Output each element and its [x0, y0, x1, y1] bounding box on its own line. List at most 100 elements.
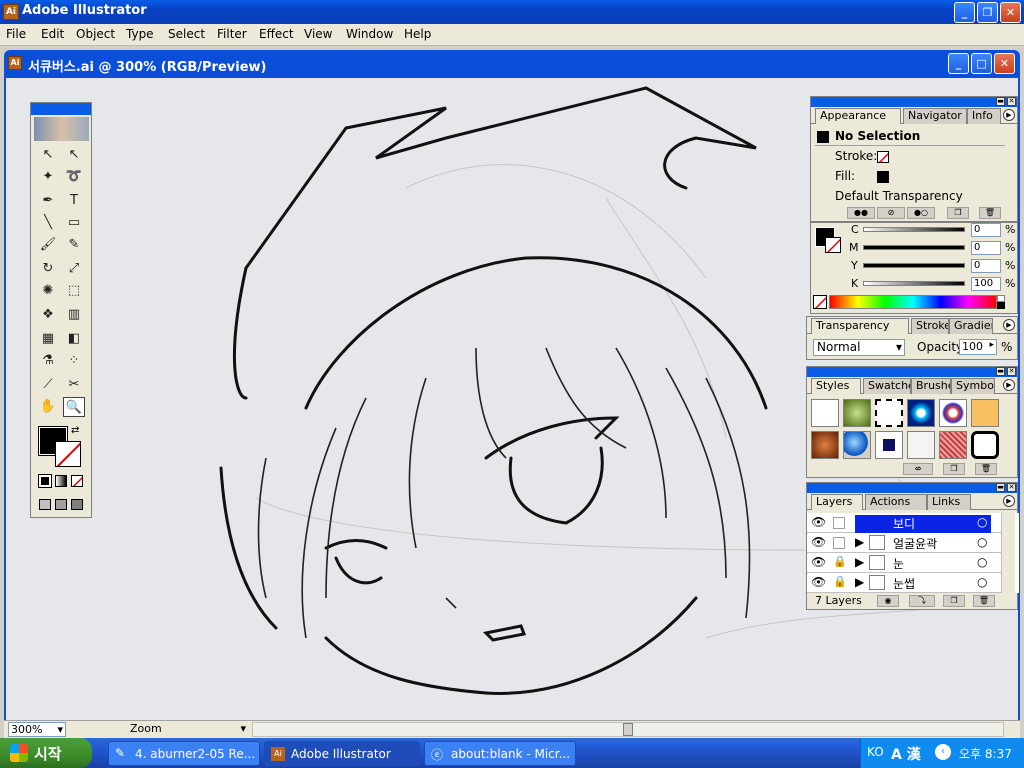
standard-screen-mode-button[interactable]	[39, 499, 51, 510]
tab-transparency[interactable]: Transparency	[811, 318, 909, 334]
direct-selection-tool-icon[interactable]: ↖	[63, 145, 85, 165]
target-circle-icon[interactable]: ○	[977, 535, 987, 549]
stroke-label[interactable]: Stroke:	[835, 149, 877, 163]
visibility-eye-icon[interactable]: 👁	[811, 575, 826, 589]
break-link-icon[interactable]: ⇎	[903, 463, 933, 475]
white-swatch[interactable]	[997, 295, 1005, 302]
lasso-tool-icon[interactable]: ➰	[63, 167, 85, 187]
full-screen-menu-mode-button[interactable]	[55, 499, 67, 510]
scroll-thumb[interactable]	[623, 723, 633, 736]
line-tool-icon[interactable]: ╲	[37, 213, 59, 233]
style-dashed[interactable]	[875, 399, 903, 427]
scale-tool-icon[interactable]: ⤢	[63, 259, 85, 279]
menu-select[interactable]: Select	[168, 27, 205, 41]
clear-appearance-icon[interactable]: ⊘	[877, 207, 905, 219]
zoom-tool-icon[interactable]: 🔍	[63, 397, 85, 417]
style-navy-square[interactable]	[875, 431, 903, 459]
duplicate-item-icon[interactable]: ❐	[947, 207, 969, 219]
tab-layers[interactable]: Layers	[811, 494, 863, 510]
status-info-menu[interactable]: Zoom ▾	[130, 722, 248, 737]
menu-help[interactable]: Help	[404, 27, 431, 41]
tab-styles[interactable]: Styles	[811, 378, 861, 394]
none-mode-button[interactable]	[71, 475, 83, 487]
layer-row[interactable]: 👁 🔒 ▶ 눈썹 ○	[807, 573, 1007, 593]
new-style-icon[interactable]: ❐	[943, 463, 965, 475]
palette-minimize-button[interactable]: ▬	[996, 97, 1005, 106]
styles-minimize-button[interactable]: ▬	[996, 367, 1005, 376]
style-starburst[interactable]	[907, 399, 935, 427]
tab-appearance[interactable]: Appearance	[815, 108, 901, 124]
channel-k-value[interactable]: 100	[971, 277, 1001, 291]
tab-symbols[interactable]: Symbols	[951, 378, 995, 394]
style-rounded-border[interactable]	[971, 431, 999, 459]
style-blue-ball[interactable]	[843, 431, 871, 459]
channel-c-slider[interactable]	[863, 227, 965, 232]
tray-expand-icon[interactable]: ‹	[935, 744, 951, 760]
channel-c-value[interactable]: 0	[971, 223, 1001, 237]
target-circle-icon[interactable]: ○	[977, 575, 987, 589]
restore-button[interactable]: ❐	[977, 2, 998, 23]
make-clipping-mask-icon[interactable]: ◉	[877, 595, 899, 607]
layers-close-button[interactable]: ✕	[1007, 483, 1016, 492]
menu-edit[interactable]: Edit	[41, 27, 64, 41]
channel-m-value[interactable]: 0	[971, 241, 1001, 255]
blend-tool-icon[interactable]: ⁘	[63, 351, 85, 371]
rectangle-tool-icon[interactable]: ▭	[63, 213, 85, 233]
taskbar-button-burner[interactable]: ✎ 4. aburner2-05 Re...	[108, 741, 260, 766]
target-circle-icon[interactable]: ○	[977, 515, 987, 529]
menu-view[interactable]: View	[304, 27, 332, 41]
doc-minimize-button[interactable]: _	[948, 53, 969, 74]
fill-label[interactable]: Fill:	[835, 169, 855, 183]
ime-language[interactable]: KO	[867, 745, 884, 759]
lock-toggle[interactable]	[833, 537, 845, 549]
start-button[interactable]: 시작	[0, 738, 92, 768]
pencil-tool-icon[interactable]: ✎	[63, 235, 85, 255]
menu-type[interactable]: Type	[126, 27, 154, 41]
new-layer-icon[interactable]: ❐	[943, 595, 965, 607]
full-screen-mode-button[interactable]	[71, 499, 83, 510]
styles-close-button[interactable]: ✕	[1007, 367, 1016, 376]
tab-gradient[interactable]: Gradient	[949, 318, 993, 334]
doc-maximize-button[interactable]: □	[971, 53, 992, 74]
visibility-eye-icon[interactable]: 👁	[811, 535, 826, 549]
menu-effect[interactable]: Effect	[259, 27, 294, 41]
tab-info[interactable]: Info	[967, 108, 1001, 124]
paintbrush-tool-icon[interactable]: 🖌	[37, 235, 59, 255]
layer-row[interactable]: 👁 ▶ 보디 ○	[807, 513, 1007, 533]
layer-row[interactable]: 👁 ▶ 얼굴윤곽 ○	[807, 533, 1007, 553]
stroke-color-swatch[interactable]	[55, 441, 81, 467]
new-sublayer-icon[interactable]: ⤵	[909, 595, 935, 607]
taskbar-button-illustrator[interactable]: Ai Adobe Illustrator	[264, 741, 420, 766]
channel-y-value[interactable]: 0	[971, 259, 1001, 273]
chevron-right-icon[interactable]: ▸	[989, 340, 994, 350]
minimize-button[interactable]: _	[954, 2, 975, 23]
visibility-eye-icon[interactable]: 👁	[811, 555, 826, 569]
layers-scrollbar[interactable]	[1001, 513, 1015, 593]
delete-style-icon[interactable]: 🗑	[975, 463, 997, 475]
slice-tool-icon[interactable]: ⟋	[37, 375, 59, 395]
gradient-mode-button[interactable]	[55, 475, 67, 487]
tab-navigator[interactable]: Navigator	[903, 108, 967, 124]
color-none-swatch[interactable]	[813, 295, 827, 309]
style-default[interactable]	[811, 399, 839, 427]
selection-tool-icon[interactable]: ↖	[37, 145, 59, 165]
expand-triangle-icon[interactable]: ▶	[855, 555, 864, 569]
eyedropper-tool-icon[interactable]: ⚗	[37, 351, 59, 371]
channel-m-slider[interactable]	[863, 245, 965, 250]
opacity-field[interactable]: 100 ▸	[959, 339, 997, 355]
horizontal-scrollbar[interactable]	[252, 722, 1004, 737]
pen-tool-icon[interactable]: ✒	[37, 191, 59, 211]
expand-triangle-icon[interactable]: ▶	[855, 535, 864, 549]
tab-brushes[interactable]: Brushes	[911, 378, 951, 394]
layer-name[interactable]: 얼굴윤곽	[893, 535, 937, 552]
styles-menu-icon[interactable]: ▶	[1003, 379, 1015, 391]
expand-triangle-icon[interactable]: ▶	[855, 575, 864, 589]
lock-icon[interactable]: 🔒	[833, 555, 847, 568]
color-mode-button[interactable]	[38, 474, 52, 488]
taskbar-button-browser[interactable]: ⓔ about:blank - Micr...	[424, 741, 576, 766]
style-rust[interactable]	[811, 431, 839, 459]
menu-window[interactable]: Window	[346, 27, 393, 41]
menu-file[interactable]: File	[6, 27, 26, 41]
channel-y-slider[interactable]	[863, 263, 965, 268]
palette-menu-icon[interactable]: ▶	[1003, 109, 1015, 121]
